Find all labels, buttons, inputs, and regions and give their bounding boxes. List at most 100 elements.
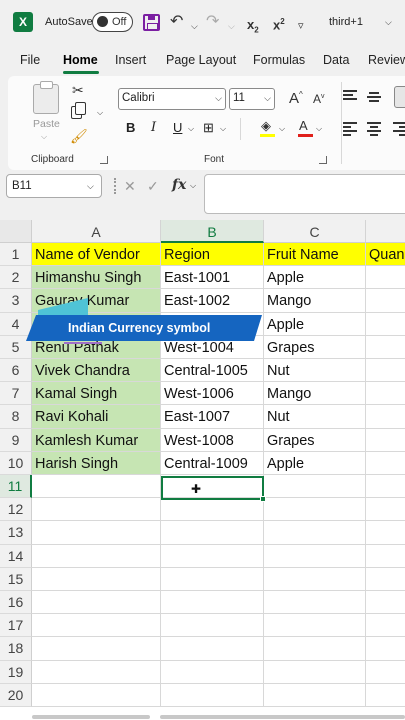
cell[interactable]: Mango bbox=[264, 289, 366, 313]
cell[interactable] bbox=[366, 521, 405, 545]
row-header[interactable]: 20 bbox=[0, 683, 32, 707]
cell[interactable] bbox=[366, 405, 405, 429]
align-top-icon[interactable] bbox=[343, 90, 357, 101]
row-header[interactable]: 1 bbox=[0, 243, 32, 267]
italic-button[interactable]: I bbox=[151, 120, 156, 135]
cell[interactable]: Grapes bbox=[264, 335, 366, 359]
borders-icon[interactable]: ⊞ bbox=[203, 120, 214, 136]
paste-dropdown-icon[interactable]: ⌵ bbox=[41, 132, 47, 142]
row-header[interactable]: 2 bbox=[0, 266, 32, 290]
row-header[interactable]: 16 bbox=[0, 591, 32, 615]
cell[interactable]: Grapes bbox=[264, 428, 366, 452]
cell[interactable] bbox=[32, 498, 161, 522]
cell[interactable]: Apple bbox=[264, 451, 366, 475]
align-center-icon[interactable] bbox=[367, 122, 381, 136]
cell[interactable]: Kamal Singh bbox=[32, 382, 161, 406]
font-name-select[interactable]: Calibri ⌵ bbox=[118, 88, 226, 110]
align-right-icon[interactable] bbox=[393, 122, 405, 136]
cell[interactable]: Himanshu Singh bbox=[32, 266, 161, 290]
fill-handle[interactable] bbox=[260, 496, 266, 502]
cell[interactable] bbox=[32, 660, 161, 684]
chevron-down-icon[interactable]: ⌵ bbox=[87, 181, 94, 192]
row-header[interactable]: 15 bbox=[0, 567, 32, 591]
customize-toolbar-icon[interactable]: ▿ bbox=[298, 16, 304, 36]
cell[interactable] bbox=[366, 429, 405, 452]
cell[interactable] bbox=[264, 498, 366, 522]
cell[interactable]: West-1008 bbox=[161, 428, 264, 452]
cell[interactable]: Kamlesh Kumar bbox=[32, 428, 161, 452]
cell[interactable] bbox=[366, 684, 405, 707]
cell[interactable] bbox=[32, 591, 161, 615]
tab-insert[interactable]: Insert bbox=[115, 53, 146, 67]
cell[interactable] bbox=[264, 660, 366, 684]
cell[interactable] bbox=[366, 452, 405, 475]
save-icon[interactable] bbox=[143, 14, 160, 31]
cell[interactable] bbox=[161, 660, 264, 684]
row-header[interactable]: 4 bbox=[0, 312, 32, 336]
cell[interactable]: Ravi Kohali bbox=[32, 405, 161, 429]
header-cell[interactable]: Name of Vendor bbox=[32, 243, 161, 267]
cell[interactable] bbox=[264, 567, 366, 591]
align-bottom-button[interactable] bbox=[394, 86, 405, 108]
cell[interactable]: Harish Singh bbox=[32, 451, 161, 475]
tab-home[interactable]: Home bbox=[63, 53, 98, 67]
tab-page-layout[interactable]: Page Layout bbox=[166, 53, 236, 67]
cell[interactable] bbox=[366, 382, 405, 406]
cell[interactable] bbox=[366, 289, 405, 313]
paste-button-label[interactable]: Paste bbox=[33, 118, 60, 130]
column-header-c[interactable]: C bbox=[264, 220, 366, 243]
cell[interactable] bbox=[264, 475, 366, 499]
cell[interactable] bbox=[366, 336, 405, 359]
cell[interactable] bbox=[366, 475, 405, 499]
undo-dropdown-icon[interactable]: ⌵ bbox=[191, 16, 198, 36]
tab-review[interactable]: Review bbox=[368, 53, 405, 67]
cell[interactable] bbox=[161, 544, 264, 568]
row-header[interactable]: 3 bbox=[0, 289, 32, 313]
row-header[interactable]: 19 bbox=[0, 660, 32, 684]
select-all-corner[interactable] bbox=[0, 220, 32, 243]
tab-data[interactable]: Data bbox=[323, 53, 349, 67]
cell[interactable]: Central-1009 bbox=[161, 451, 264, 475]
cell[interactable]: Apple bbox=[264, 266, 366, 290]
chevron-down-icon[interactable]: ⌵ bbox=[190, 181, 196, 191]
cell[interactable] bbox=[161, 591, 264, 615]
cell[interactable] bbox=[366, 313, 405, 336]
column-header-d[interactable] bbox=[366, 220, 405, 243]
cancel-icon[interactable]: ✕ bbox=[124, 178, 136, 195]
font-color-icon[interactable]: A bbox=[299, 118, 308, 133]
enter-icon[interactable]: ✓ bbox=[147, 178, 159, 195]
cell[interactable] bbox=[366, 359, 405, 383]
cell[interactable] bbox=[32, 614, 161, 638]
fill-color-icon[interactable]: ◈ bbox=[261, 118, 271, 134]
cell[interactable]: East-1007 bbox=[161, 405, 264, 429]
cell[interactable]: Nut bbox=[264, 405, 366, 429]
undo-icon[interactable]: ↶ bbox=[170, 12, 183, 32]
row-header[interactable]: 6 bbox=[0, 359, 32, 383]
insert-function-icon[interactable]: fx bbox=[172, 177, 186, 193]
cell[interactable] bbox=[366, 637, 405, 661]
row-header[interactable]: 18 bbox=[0, 637, 32, 661]
cell[interactable] bbox=[264, 521, 366, 545]
row-header[interactable]: 17 bbox=[0, 614, 32, 638]
cell[interactable] bbox=[366, 614, 405, 638]
increase-font-icon[interactable]: A^ bbox=[289, 90, 303, 107]
underline-dropdown-icon[interactable]: ⌵ bbox=[188, 124, 194, 134]
header-cell[interactable]: Region bbox=[161, 243, 264, 267]
bold-button[interactable]: B bbox=[126, 120, 135, 135]
cell[interactable] bbox=[366, 498, 405, 522]
column-header-b[interactable]: B bbox=[161, 220, 264, 243]
cell[interactable] bbox=[161, 498, 264, 522]
cell[interactable]: Nut bbox=[264, 359, 366, 383]
fill-dropdown-icon[interactable]: ⌵ bbox=[279, 124, 285, 134]
format-painter-icon[interactable]: 🖌 bbox=[70, 128, 88, 145]
superscript-icon[interactable]: x2 bbox=[273, 12, 285, 35]
cell[interactable] bbox=[161, 637, 264, 661]
row-header[interactable]: 14 bbox=[0, 544, 32, 568]
align-left-icon[interactable] bbox=[343, 122, 357, 136]
font-launcher-icon[interactable] bbox=[319, 156, 327, 164]
cell[interactable]: Central-1005 bbox=[161, 359, 264, 383]
cell[interactable] bbox=[264, 591, 366, 615]
font-size-select[interactable]: 11 ⌵ bbox=[229, 88, 275, 110]
paste-icon[interactable] bbox=[33, 81, 59, 114]
underline-button[interactable]: U bbox=[173, 120, 182, 135]
